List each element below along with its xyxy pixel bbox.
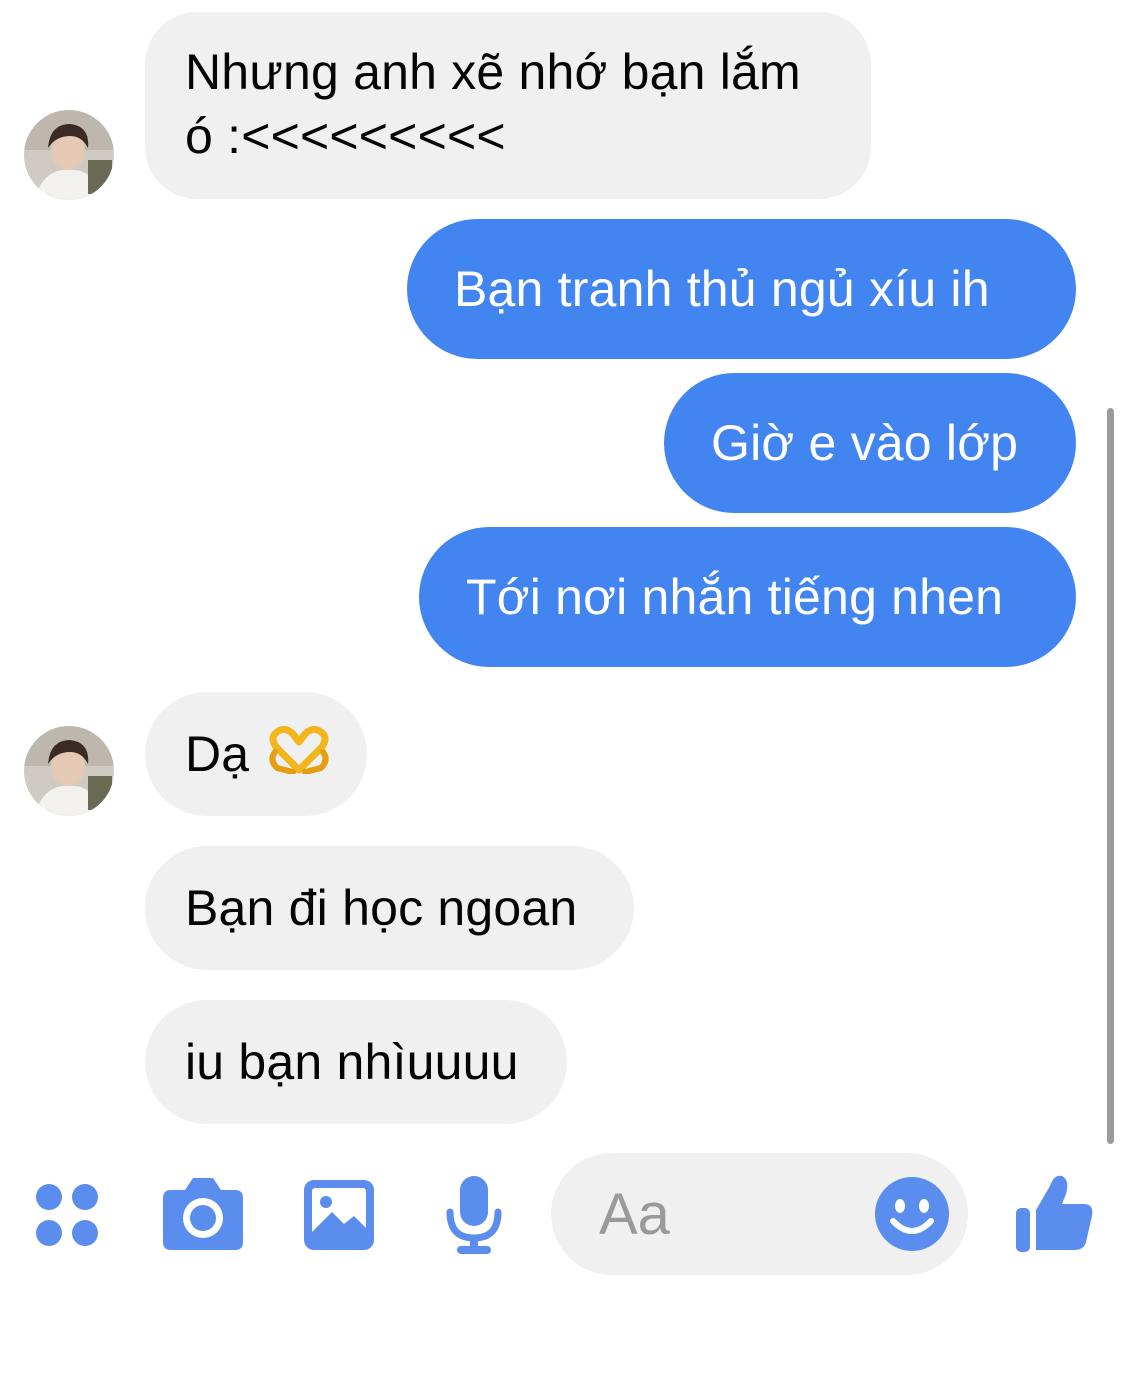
message-input[interactable]: Aa — [551, 1153, 968, 1275]
like-icon[interactable] — [1016, 1172, 1094, 1252]
message-text: Dạ — [185, 726, 250, 782]
emoji-icon[interactable] — [875, 1177, 949, 1251]
contact-avatar[interactable] — [24, 110, 114, 200]
scrollbar[interactable] — [1107, 408, 1114, 1144]
avatar-photo — [24, 110, 114, 200]
message-bubble-incoming[interactable]: iu bạn nhìuuuu — [145, 1000, 567, 1124]
message-bubble-outgoing[interactable]: Bạn tranh thủ ngủ xíu ih — [407, 219, 1076, 359]
message-bubble-incoming[interactable]: Bạn đi học ngoan — [145, 846, 634, 970]
avatar-photo — [24, 726, 114, 816]
message-bubble-outgoing[interactable]: Tới nơi nhắn tiếng nhen — [419, 527, 1076, 667]
message-text-line: Nhưng anh xẽ nhớ bạn lắm — [185, 44, 801, 100]
message-input-placeholder: Aa — [599, 1182, 670, 1247]
contact-avatar[interactable] — [24, 726, 114, 816]
message-bubble-incoming[interactable]: Dạ — [145, 692, 367, 816]
message-bubble-incoming[interactable]: Nhưng anh xẽ nhớ bạn lắm ó :<<<<<<<<< — [145, 12, 871, 199]
apps-icon[interactable] — [34, 1182, 100, 1248]
message-text-line: ó :<<<<<<<<< — [185, 108, 506, 164]
message-text: Bạn đi học ngoan — [185, 880, 578, 936]
message-text: iu bạn nhìuuuu — [185, 1034, 519, 1090]
message-text: Giờ e vào lớp — [711, 415, 1019, 471]
message-text: Tới nơi nhắn tiếng nhen — [466, 569, 1004, 625]
camera-icon[interactable] — [163, 1176, 243, 1250]
heart-hands-emoji-icon — [269, 726, 329, 774]
message-bubble-outgoing[interactable]: Giờ e vào lớp — [664, 373, 1076, 513]
microphone-icon[interactable] — [445, 1176, 503, 1254]
message-text: Bạn tranh thủ ngủ xíu ih — [454, 261, 990, 317]
gallery-icon[interactable] — [304, 1180, 374, 1250]
